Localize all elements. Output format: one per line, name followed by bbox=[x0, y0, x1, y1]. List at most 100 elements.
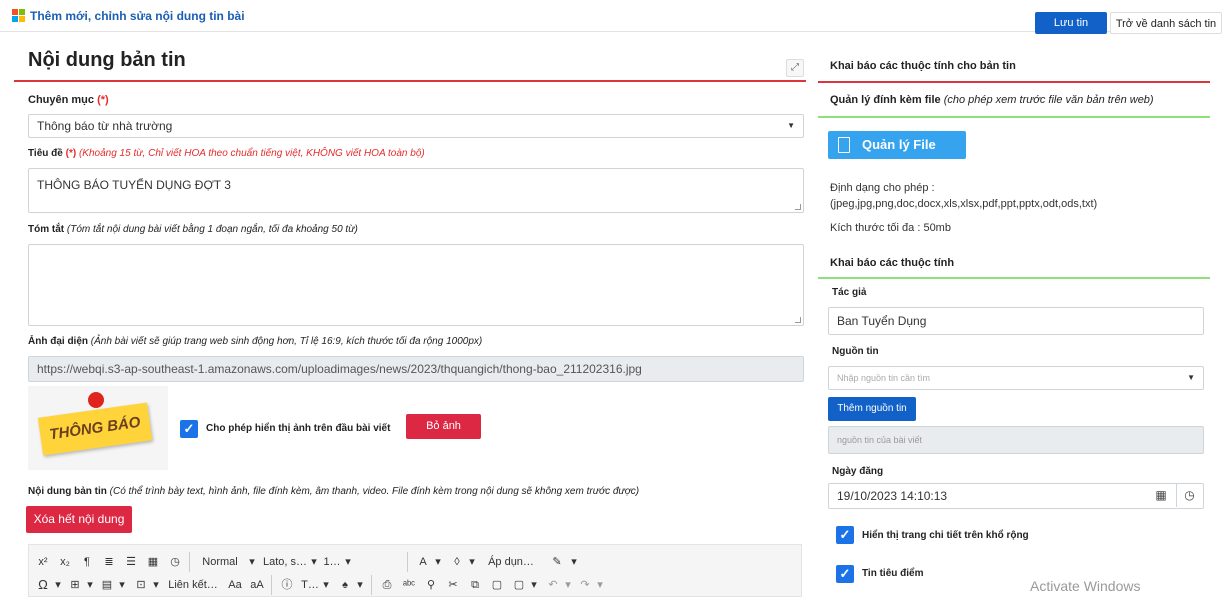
avatar-label: Ảnh đại diện (Ảnh bài viết sẽ giúp trang… bbox=[28, 336, 483, 347]
show-image-label: Cho phép hiển thị ảnh trên đầu bài viết bbox=[206, 423, 391, 434]
paint-bucket-icon[interactable]: ♠ bbox=[335, 575, 355, 595]
chevron-down-icon: ▾ bbox=[357, 579, 363, 591]
formats-label: Định dạng cho phép : bbox=[830, 182, 935, 194]
heading-divider bbox=[14, 80, 806, 82]
paste-icon[interactable]: ▢ bbox=[487, 575, 507, 595]
summary-textarea[interactable] bbox=[28, 244, 804, 326]
page-title: Thêm mới, chỉnh sửa nội dung tin bài bbox=[30, 9, 245, 23]
paint-format-icon[interactable]: ✎ bbox=[547, 552, 567, 572]
font-select[interactable]: Lato, s… bbox=[261, 552, 309, 572]
calendar-icon[interactable]: ▦ bbox=[1148, 483, 1174, 507]
calendar-icon[interactable]: ▦ bbox=[143, 552, 163, 572]
paste-special-icon[interactable]: ▢ bbox=[509, 575, 529, 595]
text-select[interactable]: T… bbox=[299, 575, 321, 595]
chevron-down-icon: ▾ bbox=[435, 556, 441, 568]
thong-bao-note: THÔNG BÁO bbox=[37, 402, 153, 456]
chevron-down-icon: ▾ bbox=[87, 579, 93, 591]
chevron-down-icon: ▾ bbox=[571, 556, 577, 568]
avatar-image: THÔNG BÁO bbox=[28, 386, 168, 470]
properties-divider bbox=[818, 81, 1210, 83]
category-select[interactable]: Thông báo từ nhà trường ▼ bbox=[28, 114, 804, 138]
top-bar: Thêm mới, chỉnh sửa nội dung tin bài Lưu… bbox=[0, 0, 1222, 34]
chevron-down-icon: ▾ bbox=[565, 579, 571, 591]
remove-image-button[interactable]: Bỏ ảnh bbox=[406, 414, 481, 439]
avatar-url-input[interactable]: https://webqi.s3-ap-southeast-1.amazonaw… bbox=[28, 356, 804, 382]
chevron-down-icon: ▾ bbox=[323, 579, 329, 591]
wide-view-checkbox[interactable]: ✓ bbox=[836, 526, 854, 544]
chevron-down-icon: ▾ bbox=[311, 556, 317, 568]
save-button[interactable]: Lưu tin bbox=[1035, 12, 1107, 34]
clock-icon[interactable]: ◷ bbox=[165, 552, 185, 572]
embed-icon[interactable]: ⊡ bbox=[131, 575, 151, 595]
find-icon[interactable]: ⚲ bbox=[421, 575, 441, 595]
date-label: Ngày đăng bbox=[832, 466, 884, 477]
size-select[interactable]: 1… bbox=[321, 552, 343, 572]
subscript-icon[interactable]: x₂ bbox=[55, 552, 75, 572]
expand-icon[interactable]: ⤢ bbox=[786, 59, 804, 77]
paragraph-icon[interactable]: ¶ bbox=[77, 552, 97, 572]
table-icon[interactable]: ⊞ bbox=[65, 575, 85, 595]
source-search-select[interactable]: Nhập nguồn tin cần tìm ▼ bbox=[828, 366, 1204, 390]
app-logo-icon bbox=[12, 9, 25, 22]
add-source-button[interactable]: Thêm nguồn tin bbox=[828, 397, 916, 421]
link-select[interactable]: Liên kết… bbox=[163, 575, 223, 595]
chevron-down-icon: ▾ bbox=[249, 556, 255, 568]
props-title: Khai báo các thuộc tính bbox=[830, 257, 955, 269]
file-icon bbox=[838, 137, 850, 153]
manage-file-button[interactable]: Quản lý File bbox=[828, 131, 966, 159]
apply-style-select[interactable]: Áp dụn… bbox=[479, 552, 543, 572]
chevron-down-icon: ▼ bbox=[1187, 373, 1195, 382]
font-color-icon[interactable]: A bbox=[413, 552, 433, 572]
chevron-down-icon: ▾ bbox=[119, 579, 125, 591]
properties-heading: Khai báo các thuộc tính cho bản tin bbox=[830, 60, 1016, 72]
undo-icon[interactable]: ↶ bbox=[543, 575, 563, 595]
editor-toolbar: x² x₂ ¶ ≣ ☰ ▦ ◷ Normal ▾ Lato, s… ▾ 1… ▾… bbox=[28, 544, 802, 597]
content-heading: Nội dung bản tin bbox=[28, 49, 186, 71]
source-list-field[interactable]: nguồn tin của bài viết bbox=[828, 426, 1204, 454]
chevron-down-icon: ▾ bbox=[531, 579, 537, 591]
author-label: Tác giả bbox=[832, 287, 867, 298]
featured-label: Tin tiêu điểm bbox=[862, 568, 924, 579]
clock-icon[interactable]: ◷ bbox=[1176, 483, 1202, 507]
font-smaller-icon[interactable]: aA bbox=[247, 575, 267, 595]
summary-label: Tóm tắt (Tóm tắt nội dung bài viết bằng … bbox=[28, 224, 358, 235]
chevron-down-icon: ▾ bbox=[345, 556, 351, 568]
featured-checkbox[interactable]: ✓ bbox=[836, 565, 854, 583]
clear-content-button[interactable]: Xóa hết nội dung bbox=[26, 506, 132, 533]
indent-icon[interactable]: ☰ bbox=[121, 552, 141, 572]
back-to-list-button[interactable]: Trở về danh sách tin bbox=[1110, 12, 1222, 34]
max-size: Kích thước tối đa : 50mb bbox=[830, 222, 951, 234]
pin-icon bbox=[88, 392, 104, 408]
props-divider bbox=[818, 277, 1210, 279]
attach-title: Quản lý đính kèm file (cho phép xem trướ… bbox=[830, 94, 1154, 106]
spellcheck-icon[interactable]: ᵃᵇᶜ bbox=[399, 575, 419, 595]
title-input[interactable]: THÔNG BÁO TUYỂN DỤNG ĐỢT 3 bbox=[28, 168, 804, 213]
align-icon[interactable]: ≣ bbox=[99, 552, 119, 572]
category-label: Chuyên mục (*) bbox=[28, 94, 109, 106]
source-label: Nguồn tin bbox=[832, 346, 879, 357]
chevron-down-icon: ▾ bbox=[597, 579, 603, 591]
print-icon[interactable]: ⎙ bbox=[377, 575, 397, 595]
chevron-down-icon: ▾ bbox=[469, 556, 475, 568]
formats-list: (jpeg,jpg,png,doc,docx,xls,xlsx,pdf,ppt,… bbox=[830, 198, 1098, 210]
highlight-icon[interactable]: ◊ bbox=[447, 552, 467, 572]
chevron-down-icon: ▼ bbox=[787, 121, 795, 130]
format-select[interactable]: Normal bbox=[195, 552, 245, 572]
cut-icon[interactable]: ✂ bbox=[443, 575, 463, 595]
author-input[interactable]: Ban Tuyển Dụng bbox=[828, 307, 1204, 335]
font-larger-icon[interactable]: Aa bbox=[225, 575, 245, 595]
superscript-icon[interactable]: x² bbox=[33, 552, 53, 572]
redo-icon[interactable]: ↷ bbox=[575, 575, 595, 595]
copy-icon[interactable]: ⧉ bbox=[465, 575, 485, 595]
info-icon[interactable]: ⓘ bbox=[277, 575, 297, 595]
chevron-down-icon: ▾ bbox=[55, 579, 61, 591]
chevron-down-icon: ▾ bbox=[153, 579, 159, 591]
attach-divider bbox=[818, 116, 1210, 118]
activate-windows-watermark: Activate Windows bbox=[1030, 578, 1141, 594]
wide-view-label: Hiển thị trang chi tiết trên khổ rộng bbox=[862, 530, 1029, 541]
title-label: Tiêu đề (*) (Khoảng 15 từ, Chỉ viết HOA … bbox=[28, 148, 425, 159]
special-char-icon[interactable]: Ω bbox=[33, 575, 53, 595]
content-label: Nội dung bản tin (Có thể trình bày text,… bbox=[28, 486, 640, 497]
show-image-checkbox[interactable]: ✓ bbox=[180, 420, 198, 438]
grid-icon[interactable]: ▤ bbox=[97, 575, 117, 595]
